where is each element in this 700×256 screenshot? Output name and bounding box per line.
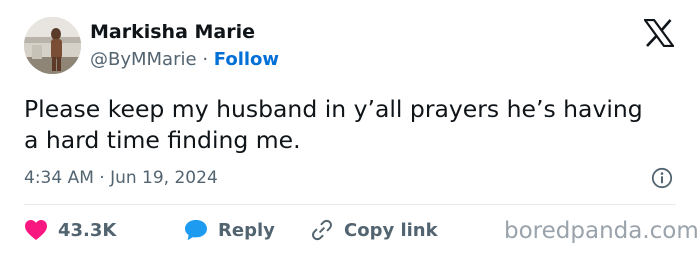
heart-icon (25, 220, 47, 240)
avatar[interactable] (24, 17, 81, 74)
like-button[interactable]: 43.3K (24, 219, 184, 241)
watermark: boredpanda.com (504, 218, 699, 244)
tweet-timestamp[interactable]: 4:34 AM · Jun 19, 2024 (24, 166, 218, 190)
copy-link-label: Copy link (344, 219, 438, 241)
copy-link-button[interactable]: Copy link (310, 218, 438, 242)
tweet-text: Please keep my husband in y’all prayers … (24, 95, 643, 154)
action-bar: 43.3K Reply Copy link (24, 216, 438, 244)
avatar-photo (24, 17, 81, 74)
link-icon (312, 219, 332, 241)
speech-bubble-icon (185, 220, 207, 241)
reply-button[interactable]: Reply (184, 219, 310, 241)
x-logo-icon[interactable] (642, 18, 676, 48)
divider (24, 204, 676, 205)
display-name[interactable]: Markisha Marie (90, 20, 255, 44)
follow-button[interactable]: Follow (214, 49, 279, 70)
info-icon[interactable] (651, 167, 673, 189)
reply-label: Reply (218, 219, 275, 241)
handle-row: @ByMMarie · Follow (90, 48, 279, 72)
separator-dot: · (202, 49, 209, 70)
user-handle[interactable]: @ByMMarie (90, 49, 197, 70)
likes-count: 43.3K (58, 219, 117, 241)
